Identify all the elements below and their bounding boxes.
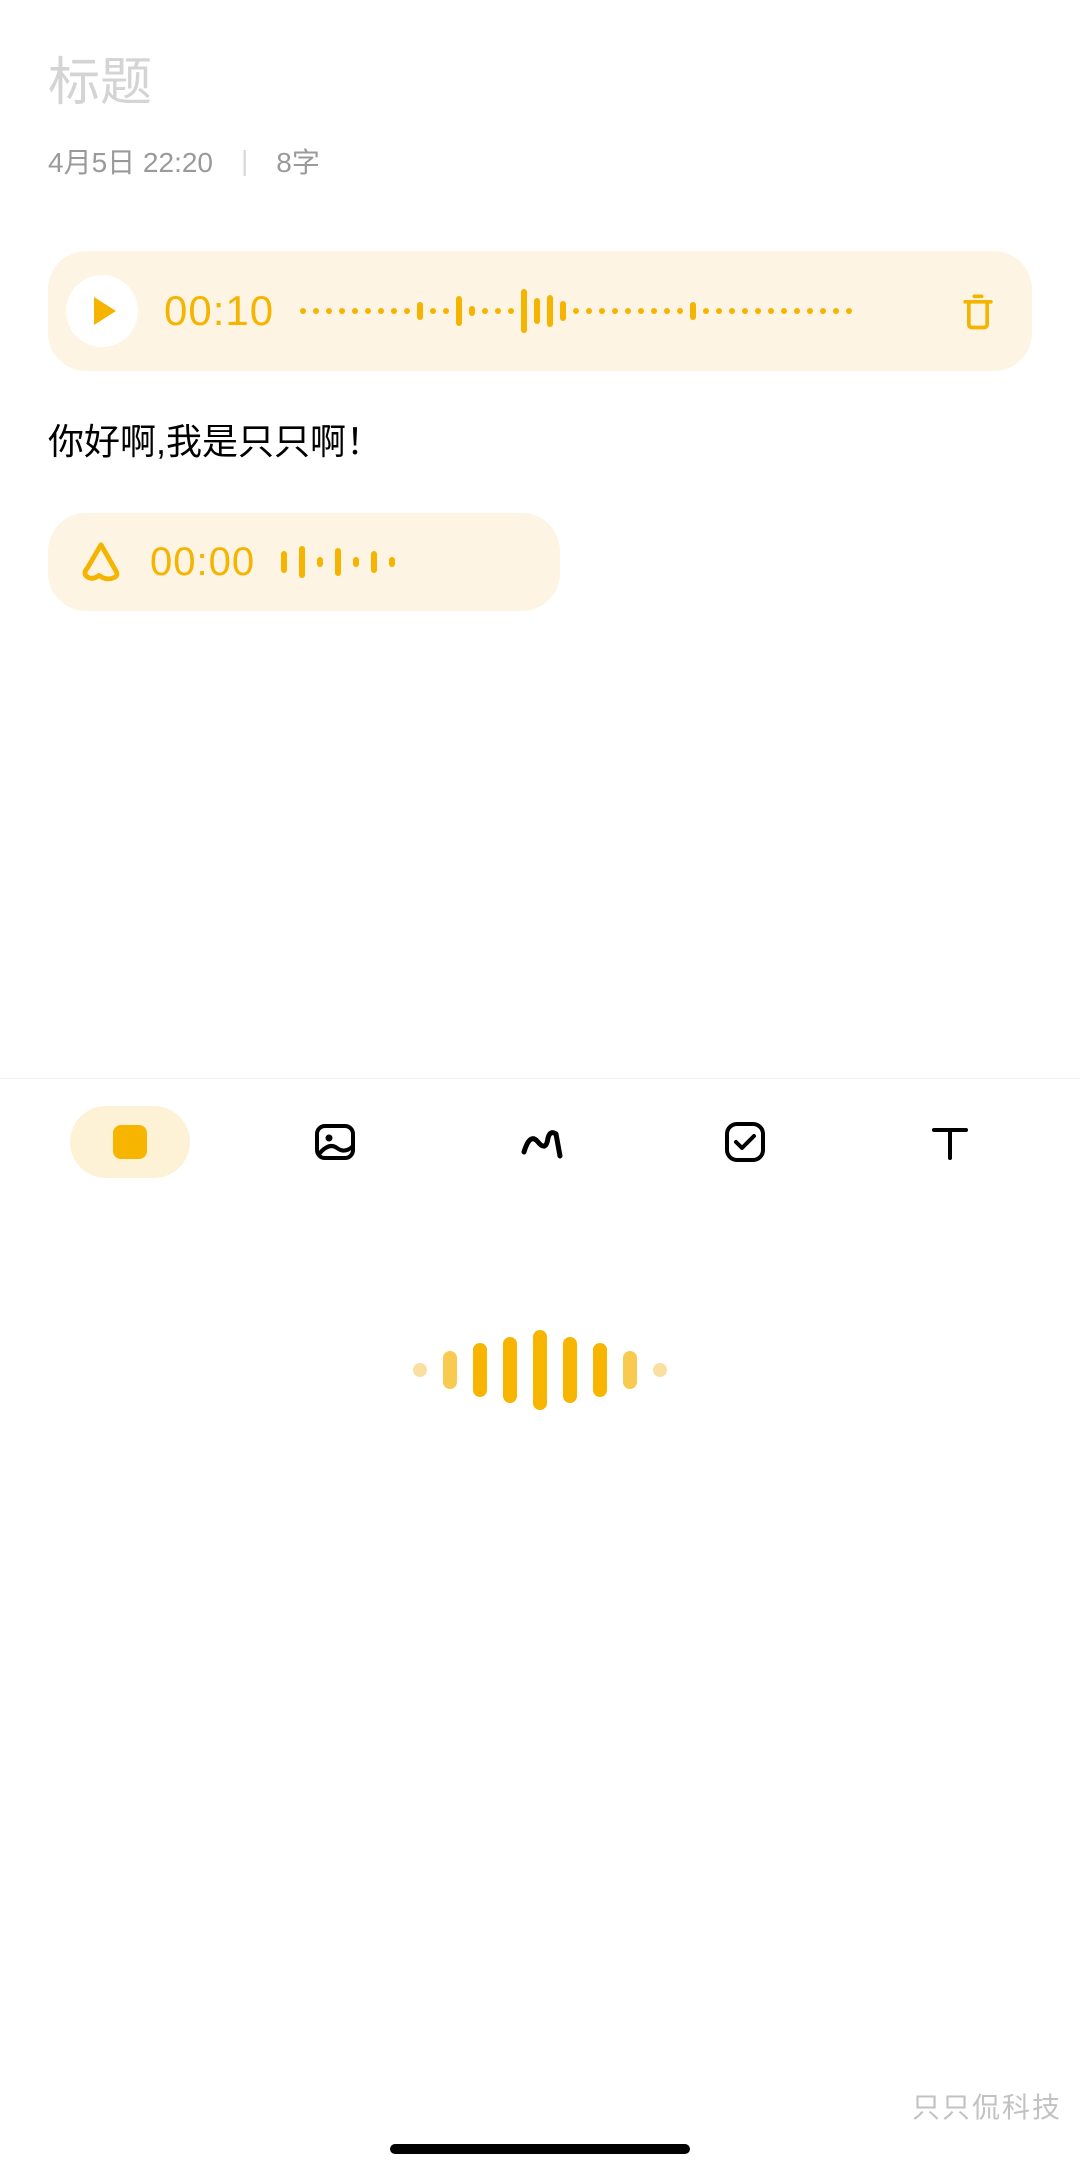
meta-divider: |: [241, 145, 248, 177]
audio-duration: 00:10: [164, 287, 274, 335]
tool-text-format[interactable]: [890, 1106, 1010, 1178]
assistant-waveform: [281, 546, 395, 578]
tool-image[interactable]: [275, 1106, 395, 1178]
meta-datetime: 4月5日 22:20: [48, 141, 213, 181]
home-indicator: [390, 2144, 690, 2154]
delete-button[interactable]: [956, 289, 1000, 333]
tool-checklist[interactable]: [685, 1106, 805, 1178]
assistant-duration: 00:00: [150, 540, 255, 585]
stop-icon: [113, 1125, 147, 1159]
image-icon: [311, 1118, 359, 1166]
trash-icon: [956, 287, 1000, 335]
voice-assistant-card[interactable]: 00:00: [48, 513, 560, 611]
watermark-text: 只只侃科技: [912, 2086, 1062, 2126]
play-icon: [94, 297, 116, 325]
meta-char-count: 8字: [276, 141, 320, 181]
text-format-icon: [926, 1118, 974, 1166]
audio-waveform: [300, 289, 930, 333]
editor-toolbar: [0, 1078, 1080, 1204]
recording-indicator: [413, 1330, 667, 1410]
title-input[interactable]: 标题: [48, 40, 1032, 115]
note-meta: 4月5日 22:20 | 8字: [48, 141, 1032, 181]
tool-doodle[interactable]: [480, 1106, 600, 1178]
breeno-icon: [78, 539, 124, 585]
doodle-icon: [516, 1118, 564, 1166]
checkbox-icon: [721, 1118, 769, 1166]
audio-clip-card[interactable]: 00:10: [48, 251, 1032, 371]
tool-record[interactable]: [70, 1106, 190, 1178]
play-button[interactable]: [66, 275, 138, 347]
note-body-text[interactable]: 你好啊,我是只只啊！: [48, 415, 1032, 469]
